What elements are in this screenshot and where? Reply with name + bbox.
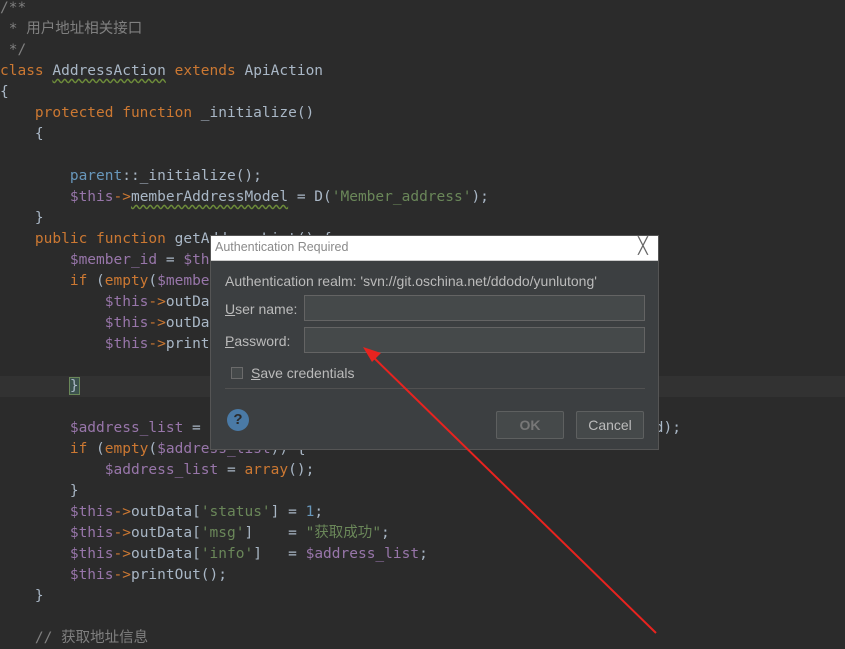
annotation-arrow xyxy=(363,347,657,634)
annotation-arrow-head xyxy=(363,347,381,362)
annotation-arrow-line xyxy=(369,353,657,634)
